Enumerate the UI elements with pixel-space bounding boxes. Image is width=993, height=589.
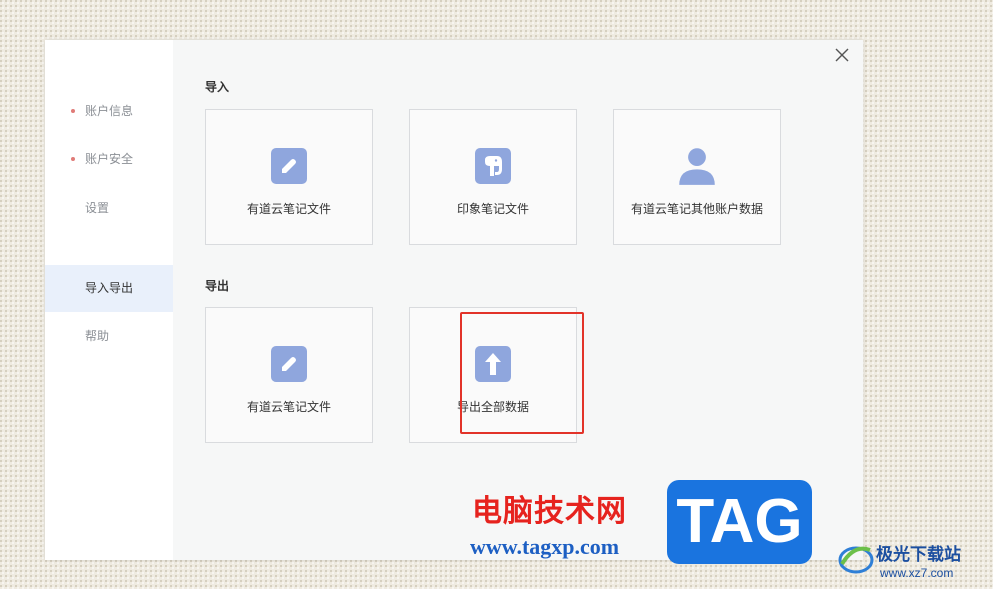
sidebar-item-label: 导入导出 bbox=[85, 281, 134, 295]
card-label: 有道云笔记文件 bbox=[246, 400, 331, 414]
elephant-icon bbox=[475, 148, 511, 184]
sidebar-item-label: 账户安全 bbox=[85, 152, 134, 166]
highlight-annotation-box bbox=[460, 312, 584, 434]
sidebar-item-help[interactable]: 帮助 bbox=[45, 322, 173, 350]
watermark-site-name: 电脑技术网 bbox=[472, 494, 627, 529]
watermark-brand-name: 极光下载站 bbox=[876, 545, 961, 565]
sidebar-item-account-info[interactable]: 账户信息 bbox=[45, 97, 173, 125]
sidebar-item-settings[interactable]: 设置 bbox=[45, 194, 173, 222]
edit-icon bbox=[271, 148, 307, 184]
sidebar-item-label: 设置 bbox=[85, 201, 110, 215]
import-other-account-card[interactable]: 有道云笔记其他账户数据 bbox=[613, 109, 781, 245]
export-youdao-file-card[interactable]: 有道云笔记文件 bbox=[205, 307, 373, 443]
close-icon bbox=[835, 48, 849, 62]
sidebar: 账户信息 账户安全 设置 导入导出 帮助 bbox=[45, 40, 173, 560]
edit-icon bbox=[271, 346, 307, 382]
bullet-dot bbox=[71, 157, 75, 161]
bullet-dot bbox=[71, 109, 75, 113]
import-youdao-file-card[interactable]: 有道云笔记文件 bbox=[205, 109, 373, 245]
watermark-tag-logo: TAG bbox=[667, 480, 812, 564]
aurora-logo-icon bbox=[838, 546, 874, 574]
card-label: 有道云笔记文件 bbox=[246, 202, 331, 216]
import-section-title: 导入 bbox=[205, 80, 230, 94]
watermark-brand-url: www.xz7.com bbox=[880, 566, 954, 580]
sidebar-item-label: 账户信息 bbox=[85, 104, 134, 118]
sidebar-item-account-security[interactable]: 账户安全 bbox=[45, 145, 173, 173]
export-section-title: 导出 bbox=[205, 279, 230, 293]
user-icon bbox=[679, 148, 715, 185]
watermark-site-url: www.tagxp.com bbox=[470, 534, 620, 559]
close-button[interactable] bbox=[831, 44, 853, 66]
card-label: 有道云笔记其他账户数据 bbox=[630, 202, 763, 216]
sidebar-item-label: 帮助 bbox=[85, 329, 110, 343]
sidebar-item-import-export[interactable]: 导入导出 bbox=[45, 265, 173, 312]
import-evernote-file-card[interactable]: 印象笔记文件 bbox=[409, 109, 577, 245]
card-label: 印象笔记文件 bbox=[456, 202, 529, 216]
